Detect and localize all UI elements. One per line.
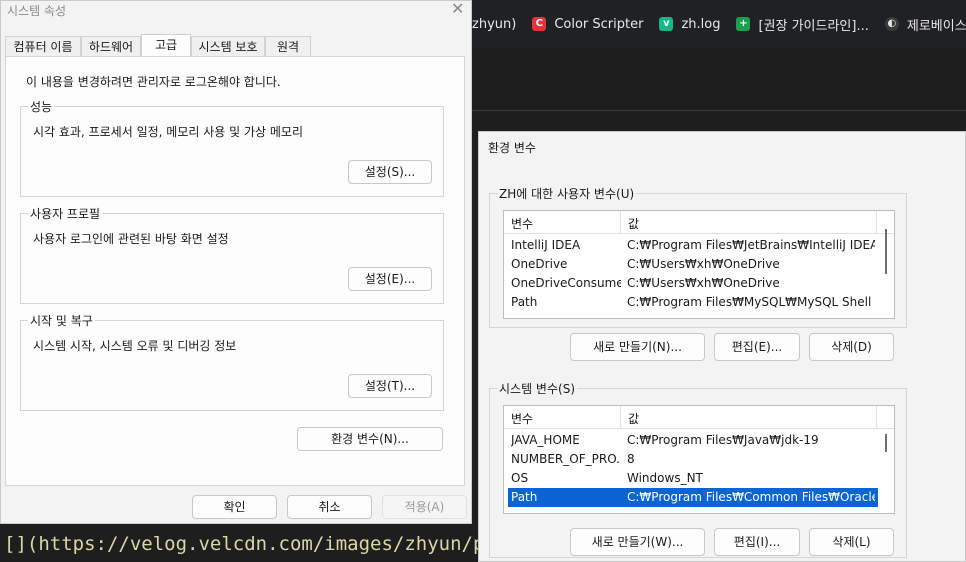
user-variables-list[interactable]: 변수 값 IntelliJ IDEA C:₩Program Files₩JetB…	[503, 210, 895, 319]
advanced-panel: 이 내용을 변경하려면 관리자로 로그온해야 합니다. 시각 효과, 프로세서 …	[5, 56, 465, 486]
profile-title: 사용자 프로필	[28, 205, 103, 222]
variable-value: C:₩Program Files₩Java₩jdk-19	[627, 433, 819, 447]
performance-desc: 시각 효과, 프로세서 일정, 메모리 사용 및 가상 메모리	[33, 125, 303, 139]
variable-name: OneDrive	[511, 257, 568, 271]
column-divider	[620, 406, 621, 428]
variable-value: C:₩Users₩xh₩OneDrive	[627, 257, 780, 271]
globe-icon: ◐	[884, 17, 899, 31]
tab-remote[interactable]: 원격	[265, 36, 311, 56]
bookmark-zh-log[interactable]: v zh.log	[659, 17, 720, 32]
dialog-title: 시스템 속성	[7, 4, 67, 18]
system-edit-button[interactable]: 편집(I)...	[714, 528, 800, 556]
column-header-value[interactable]: 값	[628, 410, 639, 427]
sheet-icon: +	[736, 17, 751, 31]
editor-line: [](https://velog.velcdn.com/images/zhyun…	[0, 527, 484, 562]
variable-name: OneDriveConsumer	[511, 276, 621, 290]
divider	[472, 110, 966, 111]
variable-name: NUMBER_OF_PRO...	[511, 452, 621, 466]
table-row-selected[interactable]: Path C:₩Program Files₩Common Files₩Oracl…	[508, 488, 878, 507]
profile-settings-button[interactable]: 설정(E)...	[348, 267, 432, 291]
bookmark-label: zh.log	[681, 16, 721, 32]
system-delete-button[interactable]: 삭제(L)	[809, 528, 894, 556]
cancel-button[interactable]: 취소	[287, 495, 372, 519]
column-divider	[876, 211, 877, 233]
variable-value: C:₩Program Files₩Common Files₩Oracle₩...	[627, 490, 875, 504]
table-row[interactable]: IntelliJ IDEA C:₩Program Files₩JetBrains…	[504, 236, 876, 255]
performance-group: 시각 효과, 프로세서 일정, 메모리 사용 및 가상 메모리 설정(S)...	[20, 106, 444, 197]
column-header-variable[interactable]: 변수	[511, 215, 533, 232]
tab-hardware[interactable]: 하드웨어	[81, 36, 141, 56]
velog-icon: v	[659, 17, 674, 31]
user-new-button[interactable]: 새로 만들기(N)...	[570, 333, 705, 361]
table-row[interactable]: NUMBER_OF_PRO... 8	[504, 450, 876, 469]
variable-value: 8	[627, 452, 635, 466]
system-variables-title: 시스템 변수(S)	[497, 380, 577, 397]
startup-title: 시작 및 복구	[28, 312, 95, 329]
bookmark-zhyun[interactable]: zhyun)	[472, 17, 516, 32]
variable-value: C:₩Program Files₩JetBrains₩IntelliJ IDEA…	[627, 238, 875, 252]
bookmark-color-scripter[interactable]: C Color Scripter	[532, 17, 643, 32]
table-row[interactable]: JAVA_HOME C:₩Program Files₩Java₩jdk-19	[504, 431, 876, 450]
variable-name: Path	[511, 295, 538, 309]
user-edit-button[interactable]: 편집(E)...	[714, 333, 800, 361]
bookmark-zerobase[interactable]: ◐ 제로베이스 - 누	[884, 15, 966, 34]
tab-computer-name[interactable]: 컴퓨터 이름	[5, 36, 81, 56]
column-header-value[interactable]: 값	[628, 215, 639, 232]
variable-name: IntelliJ IDEA	[511, 238, 581, 252]
variable-name: JAVA_HOME	[511, 433, 580, 447]
tab-advanced[interactable]: 고급	[141, 34, 191, 57]
variable-name: Path	[511, 490, 538, 504]
scrollbar[interactable]	[885, 434, 887, 452]
list-header: 변수 값	[504, 211, 894, 234]
tab-system-protection[interactable]: 시스템 보호	[191, 36, 265, 56]
user-variables-title: ZH에 대한 사용자 변수(U)	[497, 185, 637, 202]
performance-title: 성능	[28, 98, 55, 115]
list-header: 변수 값	[504, 406, 894, 429]
startup-desc: 시스템 시작, 시스템 오류 및 디버깅 정보	[33, 339, 237, 353]
bookmarks-bar: zhyun) C Color Scripter v zh.log + [권장 가…	[472, 0, 966, 48]
admin-note: 이 내용을 변경하려면 관리자로 로그온해야 합니다.	[26, 75, 281, 89]
startup-settings-button[interactable]: 설정(T)...	[348, 374, 432, 398]
column-divider	[876, 406, 877, 428]
column-divider	[620, 211, 621, 233]
table-row[interactable]: Path C:₩Program Files₩MySQL₩MySQL Shell …	[504, 293, 876, 312]
dialog-title: 환경 변수	[488, 141, 536, 155]
color-scripter-icon: C	[532, 17, 547, 31]
variable-value: C:₩Program Files₩MySQL₩MySQL Shell 8....	[627, 295, 875, 309]
profile-desc: 사용자 로그인에 관련된 바탕 화면 설정	[33, 232, 229, 246]
variable-name: OS	[511, 471, 529, 485]
table-row[interactable]: OS Windows_NT	[504, 469, 876, 488]
performance-settings-button[interactable]: 설정(S)...	[348, 160, 432, 184]
system-new-button[interactable]: 새로 만들기(W)...	[570, 528, 705, 556]
column-header-variable[interactable]: 변수	[511, 410, 533, 427]
close-icon[interactable]: ✕	[451, 0, 464, 18]
table-row[interactable]: OneDrive C:₩Users₩xh₩OneDrive	[504, 255, 876, 274]
apply-button[interactable]: 적용(A)	[382, 495, 467, 519]
profile-group: 사용자 로그인에 관련된 바탕 화면 설정 설정(E)...	[20, 213, 444, 304]
table-row[interactable]: OneDriveConsumer C:₩Users₩xh₩OneDrive	[504, 274, 876, 293]
system-variables-list[interactable]: 변수 값 JAVA_HOME C:₩Program Files₩Java₩jdk…	[503, 405, 895, 514]
environment-variables-button[interactable]: 환경 변수(N)...	[297, 427, 443, 451]
bookmark-label: zhyun)	[472, 16, 517, 32]
bookmark-label: 제로베이스 - 누	[906, 18, 966, 34]
startup-group: 시스템 시작, 시스템 오류 및 디버깅 정보 설정(T)...	[20, 320, 444, 411]
variable-value: C:₩Users₩xh₩OneDrive	[627, 276, 780, 290]
system-properties-dialog: 시스템 속성 ✕ 컴퓨터 이름 하드웨어 고급 시스템 보호 원격 이 내용을 …	[0, 0, 472, 524]
bookmark-label: [권장 가이드라인]...	[758, 18, 869, 34]
variable-value: Windows_NT	[627, 471, 703, 485]
ok-button[interactable]: 확인	[192, 495, 277, 519]
scrollbar[interactable]	[885, 229, 887, 274]
bookmark-label: Color Scripter	[554, 16, 644, 32]
user-delete-button[interactable]: 삭제(D)	[809, 333, 894, 361]
environment-variables-dialog: 환경 변수 ZH에 대한 사용자 변수(U) 변수 값 IntelliJ IDE…	[478, 131, 966, 562]
bookmark-guideline[interactable]: + [권장 가이드라인]...	[736, 15, 869, 34]
